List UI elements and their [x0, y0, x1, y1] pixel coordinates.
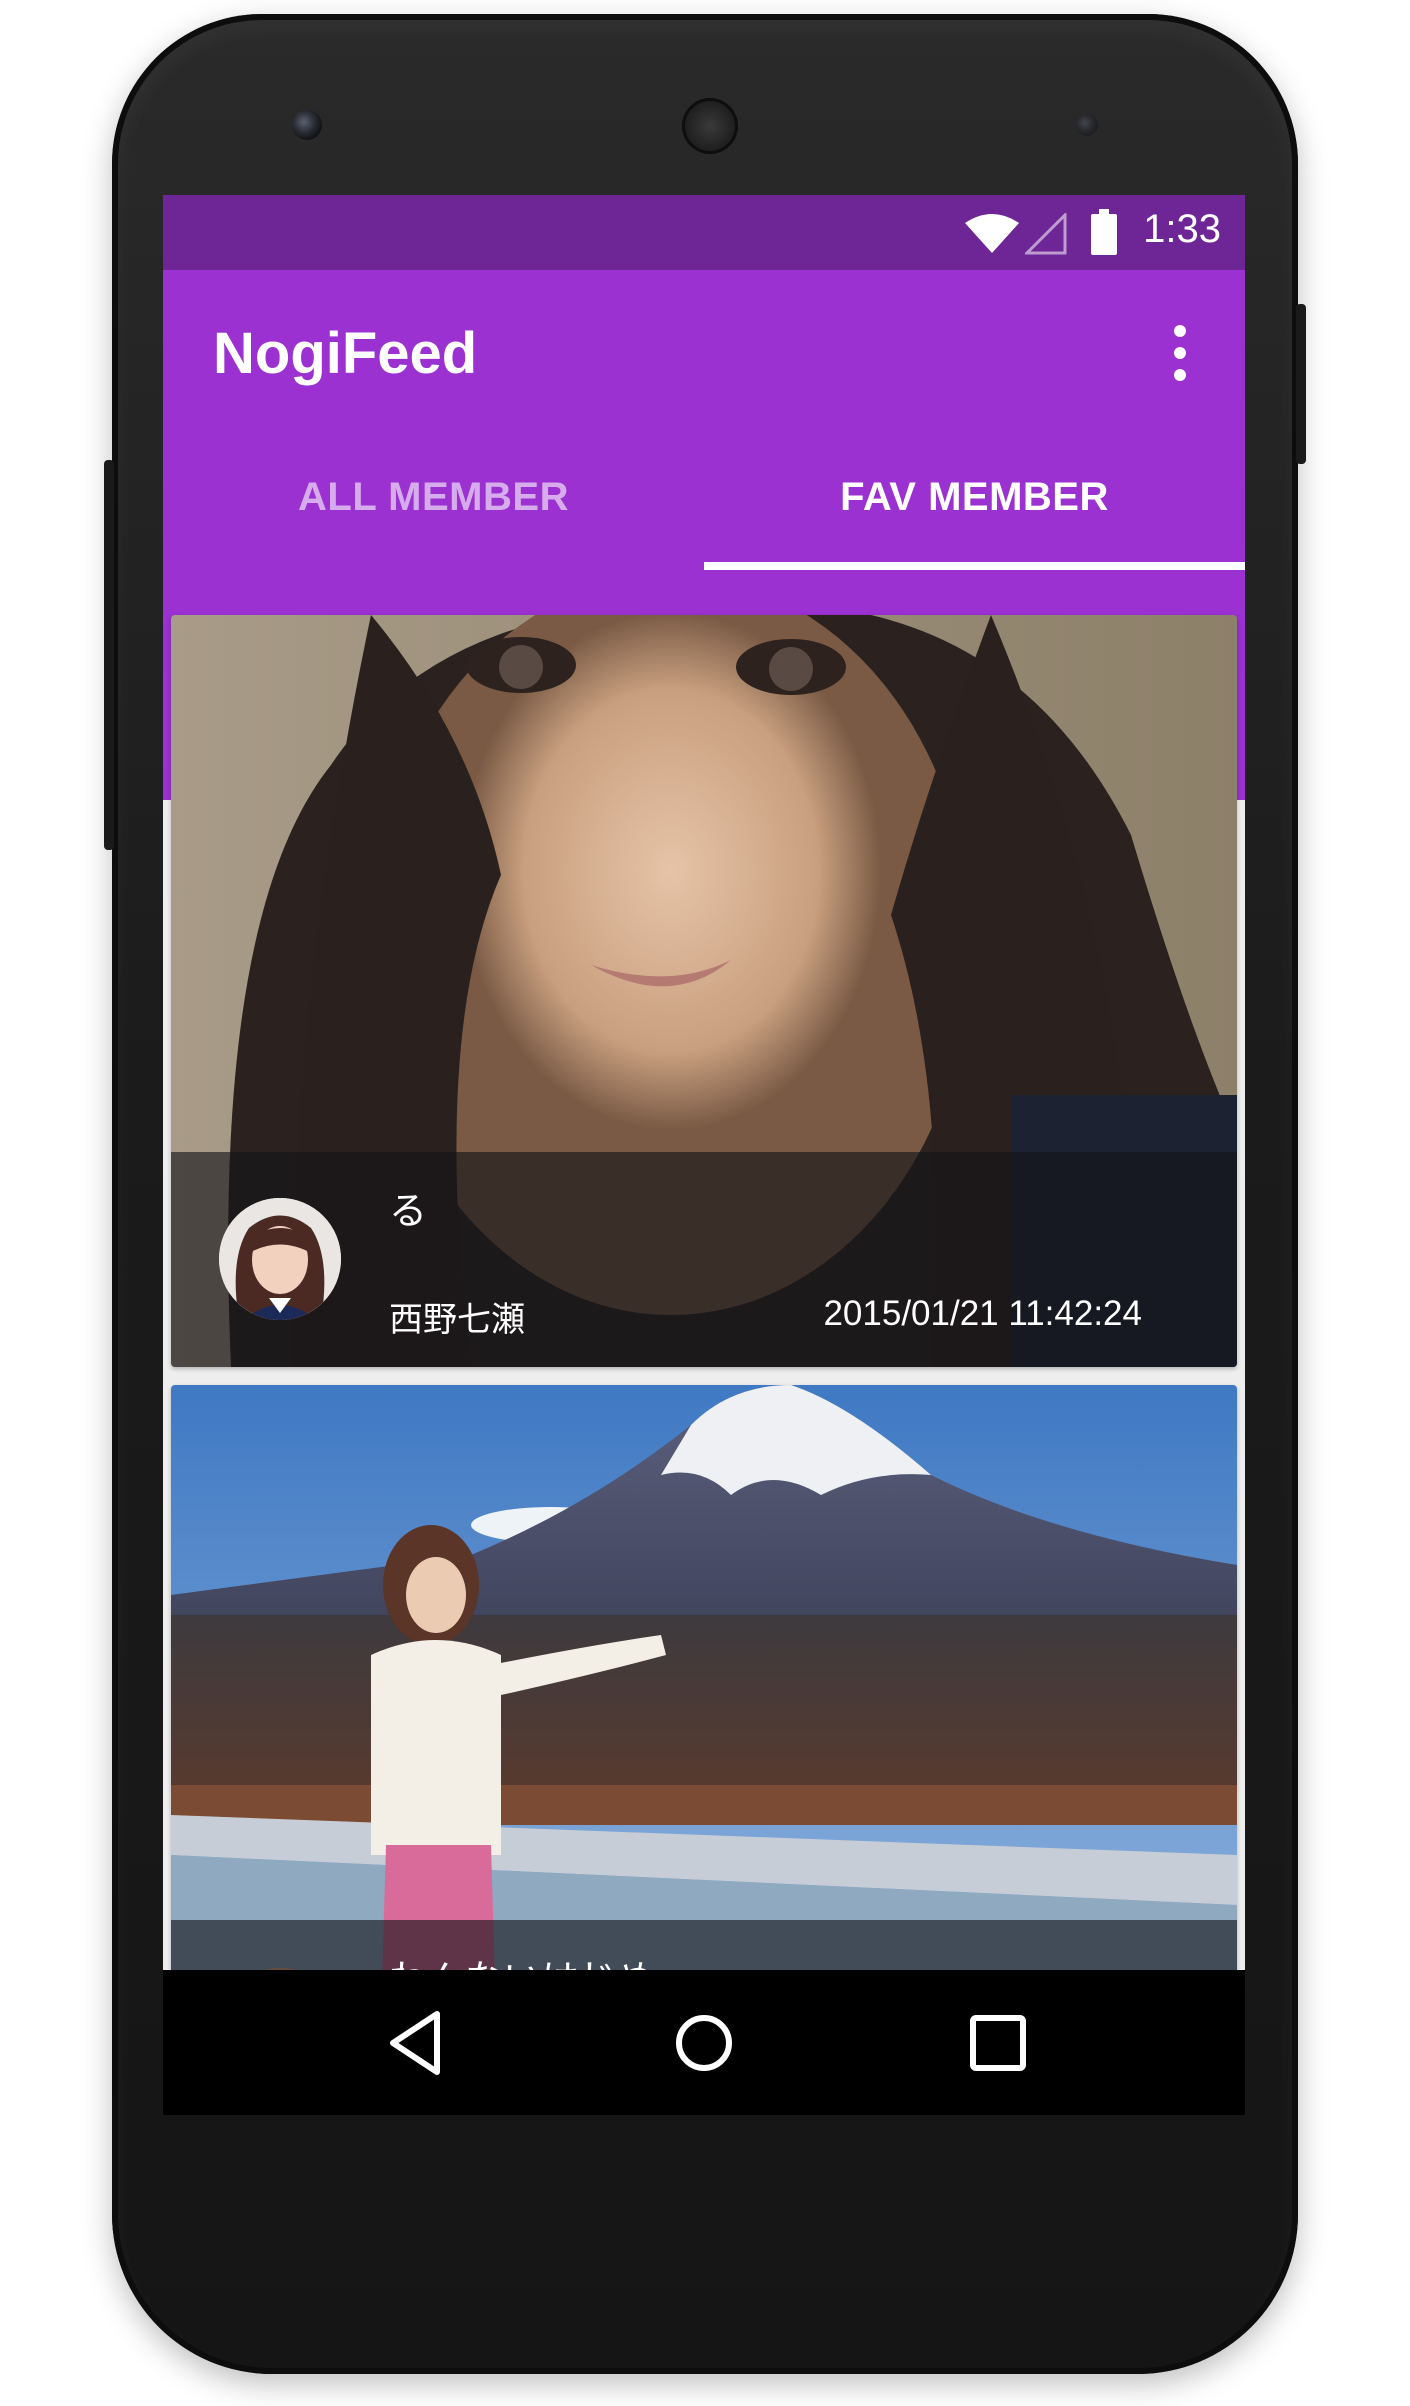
tab-bar: ALL MEMBER FAV MEMBER [163, 425, 1245, 570]
tab-all-member[interactable]: ALL MEMBER [163, 425, 704, 570]
recents-icon[interactable] [963, 2008, 1033, 2078]
feed-card[interactable]: る 西野七瀬 2015/01/21 11:42:24 [171, 615, 1237, 1367]
post-author: 西野七瀬 [389, 1300, 525, 1340]
status-time: 1:33 [1143, 207, 1221, 251]
post-title: る [389, 1189, 428, 1233]
wifi-icon [965, 214, 1019, 253]
feed-list[interactable]: る 西野七瀬 2015/01/21 11:42:24 [163, 605, 1245, 2115]
post-date: 2015/01/21 11:42:24 [823, 1294, 1142, 1333]
back-icon[interactable] [383, 2008, 453, 2078]
post-info-overlay: る 西野七瀬 2015/01/21 11:42:24 [171, 1152, 1237, 1367]
volume-button [104, 460, 114, 850]
earpiece-speaker [682, 98, 738, 154]
member-avatar [219, 1198, 341, 1320]
app-title: NogiFeed [213, 321, 478, 386]
tab-indicator [704, 562, 1245, 570]
tab-fav-member[interactable]: FAV MEMBER [704, 425, 1245, 570]
front-camera [292, 110, 322, 140]
power-button [1296, 304, 1306, 464]
cell-signal-icon [1025, 213, 1067, 255]
battery-icon [1091, 209, 1117, 255]
status-bar: 1:33 [163, 195, 1245, 270]
navigation-bar [163, 1970, 1245, 2115]
overflow-menu-icon[interactable] [1170, 325, 1190, 381]
screen: 1:33 NogiFeed ALL MEMBER FAV MEMBER る 西野… [163, 195, 1245, 2115]
sensor [1076, 114, 1098, 136]
home-icon[interactable] [669, 2008, 739, 2078]
